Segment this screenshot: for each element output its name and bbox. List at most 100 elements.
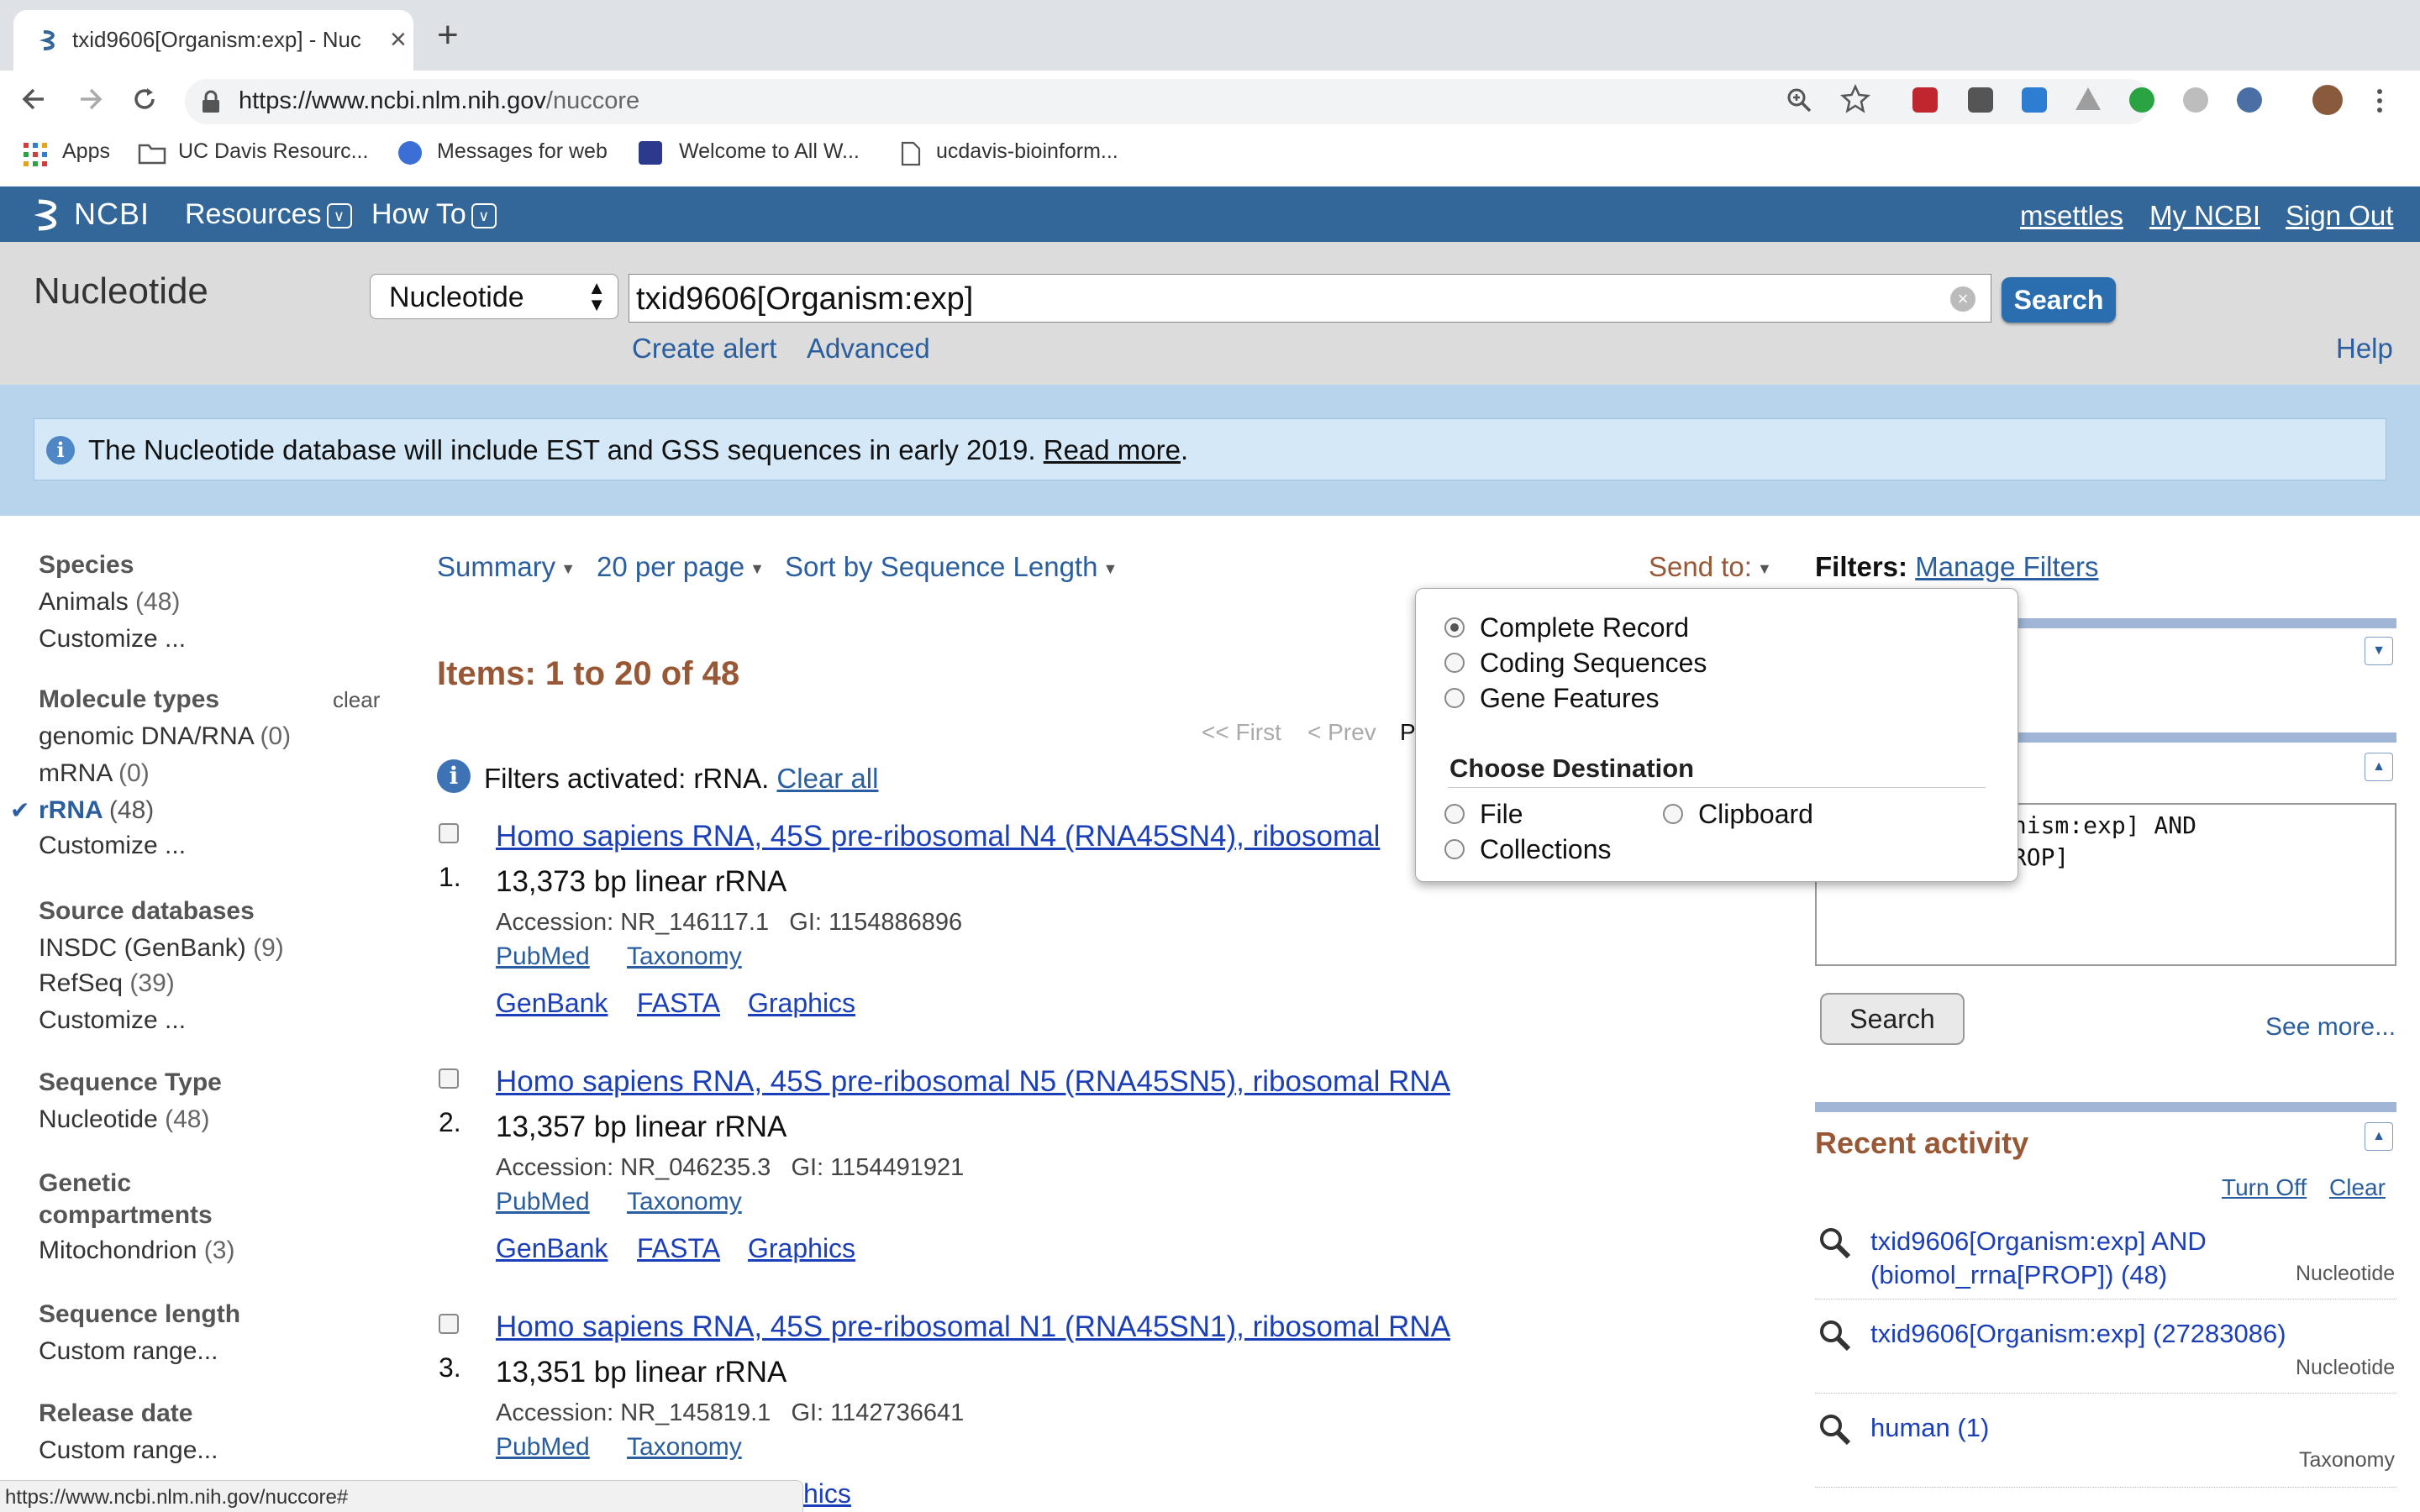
taxonomy-link[interactable]: Taxonomy	[627, 1188, 742, 1216]
send-to-dropdown[interactable]: Send to: ▼	[1649, 551, 1772, 583]
recent-activity-link[interactable]: human (1)	[1870, 1411, 1989, 1445]
tab-close-icon[interactable]: ×	[390, 25, 407, 54]
collapse-toggle-icon[interactable]: ▲	[2365, 1122, 2393, 1151]
radio-complete-record[interactable]	[1444, 617, 1465, 638]
grey-extension-icon[interactable]	[2183, 87, 2208, 113]
ncbi-logo-icon[interactable]	[32, 197, 69, 234]
facet-mrna[interactable]: mRNA (0)	[39, 759, 150, 788]
facet-species-customize[interactable]: Customize ...	[39, 625, 186, 654]
genbank-link[interactable]: GenBank	[496, 988, 608, 1019]
destination-clipboard[interactable]: Clipboard	[1698, 799, 1813, 830]
prev-page-link[interactable]: < Prev	[1307, 719, 1376, 746]
reload-icon[interactable]	[129, 84, 160, 114]
apps-grid-icon[interactable]	[24, 143, 47, 166]
ncbi-logo[interactable]: NCBI	[74, 197, 150, 232]
facet-release-range[interactable]: Custom range...	[39, 1436, 218, 1465]
clear-all-link[interactable]: Clear all	[776, 763, 878, 794]
read-more-link[interactable]: Read more	[1044, 434, 1181, 465]
facet-nucleotide[interactable]: Nucleotide (48)	[39, 1105, 209, 1134]
destination-collections[interactable]: Collections	[1480, 834, 1612, 865]
bookmark-star-icon[interactable]	[1840, 84, 1870, 114]
pubmed-link[interactable]: PubMed	[496, 942, 590, 971]
browser-menu-icon[interactable]	[2375, 87, 2385, 114]
per-page-dropdown[interactable]: 20 per page ▼	[597, 551, 765, 583]
result-title-link[interactable]: Homo sapiens RNA, 45S pre-ribosomal N1 (…	[496, 1310, 1450, 1344]
option-gene-features[interactable]: Gene Features	[1480, 683, 1659, 714]
result-checkbox[interactable]	[439, 1314, 459, 1334]
radio-clipboard[interactable]	[1663, 804, 1683, 824]
facet-insdc[interactable]: INSDC (GenBank) (9)	[39, 934, 284, 963]
taxonomy-link[interactable]: Taxonomy	[627, 1433, 742, 1462]
browser-tab[interactable]: txid9606[Organism:exp] - Nuc ×	[13, 10, 413, 71]
facet-animals[interactable]: Animals (48)	[39, 588, 180, 617]
collapse-toggle-icon[interactable]: ▼	[2365, 637, 2393, 665]
green-extension-icon[interactable]	[2129, 87, 2154, 113]
clear-search-icon[interactable]: ×	[1950, 286, 1975, 312]
graphics-link[interactable]: hics	[803, 1478, 851, 1509]
radio-collections[interactable]	[1444, 839, 1465, 859]
facet-refseq[interactable]: RefSeq (39)	[39, 969, 175, 998]
zoom-icon[interactable]	[1785, 86, 1813, 114]
result-checkbox[interactable]	[439, 1068, 459, 1089]
bookmark-messages[interactable]: Messages for web	[437, 139, 608, 164]
facet-genomic[interactable]: genomic DNA/RNA (0)	[39, 722, 291, 751]
see-more-link[interactable]: See more...	[2265, 1013, 2396, 1042]
radio-gene-features[interactable]	[1444, 688, 1465, 708]
extension-icon[interactable]	[1912, 87, 1938, 113]
taxonomy-link[interactable]: Taxonomy	[627, 942, 742, 971]
facet-source-customize[interactable]: Customize ...	[39, 1006, 186, 1035]
graphics-link[interactable]: Graphics	[748, 1233, 855, 1264]
bookmark-welcome[interactable]: Welcome to All W...	[679, 139, 860, 164]
forward-icon[interactable]	[76, 84, 106, 114]
clear-activity-link[interactable]: Clear	[2329, 1174, 2386, 1201]
result-title-link[interactable]: Homo sapiens RNA, 45S pre-ribosomal N4 (…	[496, 820, 1380, 853]
bookmark-ucdavis[interactable]: UC Davis Resourc...	[178, 139, 368, 164]
trello-icon[interactable]	[2022, 87, 2047, 113]
radio-file[interactable]	[1444, 804, 1465, 824]
radio-coding-sequences[interactable]	[1444, 653, 1465, 673]
facet-rrna[interactable]: rRNA (48)	[39, 796, 154, 825]
genbank-link[interactable]: GenBank	[496, 1233, 608, 1264]
facet-mitochondrion[interactable]: Mitochondrion (3)	[39, 1236, 234, 1265]
create-alert-link[interactable]: Create alert	[632, 333, 776, 365]
pubmed-link[interactable]: PubMed	[496, 1433, 590, 1462]
how-to-menu[interactable]: How To ∨	[371, 198, 497, 231]
back-icon[interactable]	[18, 84, 49, 114]
search-button[interactable]: Search	[2002, 277, 2116, 323]
first-page-link[interactable]: << First	[1202, 719, 1281, 746]
summary-dropdown[interactable]: Summary ▼	[437, 551, 576, 583]
recent-activity-link[interactable]: txid9606[Organism:exp] AND (biomol_rrna[P…	[1870, 1225, 2207, 1292]
fasta-link[interactable]: FASTA	[637, 988, 720, 1019]
username-link[interactable]: msettles	[2020, 200, 2123, 232]
turn-off-link[interactable]: Turn Off	[2222, 1174, 2307, 1201]
pubmed-link[interactable]: PubMed	[496, 1188, 590, 1216]
help-link[interactable]: Help	[2336, 333, 2393, 365]
database-select[interactable]: Nucleotide ▲ ▼	[370, 274, 618, 319]
account-extension-icon[interactable]	[2237, 87, 2262, 113]
bookmark-bioinformatics[interactable]: ucdavis-bioinform...	[936, 139, 1118, 164]
facet-seqlen-range[interactable]: Custom range...	[39, 1337, 218, 1366]
details-search-button[interactable]: Search	[1820, 993, 1965, 1045]
search-input[interactable]: txid9606[Organism:exp] ×	[629, 274, 1991, 323]
manage-filters-link[interactable]: Manage Filters	[1915, 551, 2098, 582]
graphics-link[interactable]: Graphics	[748, 988, 855, 1019]
sort-dropdown[interactable]: Sort by Sequence Length ▼	[785, 551, 1118, 583]
sign-out-link[interactable]: Sign Out	[2286, 200, 2393, 232]
bookmark-apps[interactable]: Apps	[62, 139, 110, 164]
resources-menu[interactable]: Resources ∨	[185, 198, 352, 231]
my-ncbi-link[interactable]: My NCBI	[2149, 200, 2260, 232]
option-coding-sequences[interactable]: Coding Sequences	[1480, 648, 1707, 679]
advanced-search-link[interactable]: Advanced	[807, 333, 930, 365]
profile-avatar[interactable]	[2312, 85, 2343, 115]
facet-molecule-customize[interactable]: Customize ...	[39, 832, 186, 860]
result-checkbox[interactable]	[439, 823, 459, 843]
fasta-link[interactable]: FASTA	[637, 1233, 720, 1264]
pocket-icon[interactable]	[1968, 87, 1993, 113]
collapse-toggle-icon[interactable]: ▲	[2365, 753, 2393, 781]
new-tab-button[interactable]: +	[437, 17, 459, 54]
recent-activity-link[interactable]: txid9606[Organism:exp] (27283086)	[1870, 1317, 2286, 1351]
option-complete-record[interactable]: Complete Record	[1480, 612, 1689, 643]
destination-file[interactable]: File	[1480, 799, 1523, 830]
facet-molecule-clear[interactable]: clear	[333, 687, 380, 713]
result-title-link[interactable]: Homo sapiens RNA, 45S pre-ribosomal N5 (…	[496, 1065, 1450, 1099]
